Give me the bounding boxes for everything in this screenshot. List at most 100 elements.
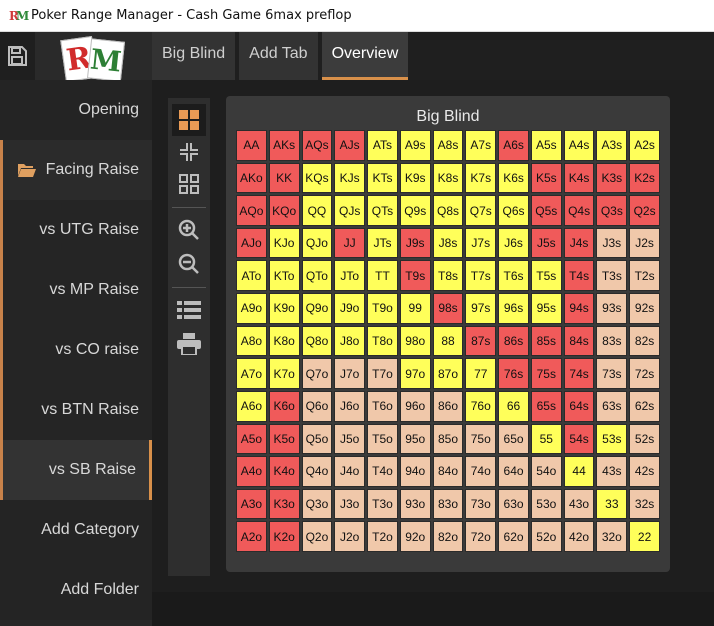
hand-cell-53o[interactable]: 53o [530,488,562,520]
hand-cell-95o[interactable]: 95o [399,423,431,455]
hand-cell-42s[interactable]: 42s [629,456,660,487]
hand-cell-T6o[interactable]: T6o [367,390,398,422]
hand-cell-AKo[interactable]: AKo [236,162,267,194]
hand-cell-98o[interactable]: 98o [399,325,431,357]
hand-cell-52s[interactable]: 52s [629,423,660,455]
hand-cell-73o[interactable]: 73o [465,488,497,520]
hand-cell-96o[interactable]: 96o [399,390,431,422]
hand-cell-84s[interactable]: 84s [563,325,595,357]
hand-cell-54o[interactable]: 54o [530,456,562,487]
hand-cell-84o[interactable]: 84o [432,456,464,487]
hand-cell-KTs[interactable]: KTs [367,162,398,194]
hand-cell-K2s[interactable]: K2s [629,162,660,194]
hand-cell-43s[interactable]: 43s [596,456,628,487]
grid-large-icon[interactable] [172,104,206,136]
hand-cell-TT[interactable]: TT [367,260,398,292]
hand-cell-A4o[interactable]: A4o [236,456,267,487]
hand-cell-73s[interactable]: 73s [596,358,628,389]
hand-cell-Q2o[interactable]: Q2o [301,521,333,552]
hand-cell-66[interactable]: 66 [498,390,529,422]
grid-collapse-icon[interactable] [172,136,206,168]
hand-cell-J5o[interactable]: J5o [334,423,366,455]
hand-cell-32s[interactable]: 32s [629,488,660,520]
hand-cell-KK[interactable]: KK [268,162,300,194]
hand-cell-J4o[interactable]: J4o [334,456,366,487]
hand-cell-KQs[interactable]: KQs [301,162,333,194]
hand-cell-J4s[interactable]: J4s [563,227,595,259]
hand-cell-62s[interactable]: 62s [629,390,660,422]
hand-cell-97o[interactable]: 97o [399,358,431,389]
hand-cell-A7s[interactable]: A7s [465,130,497,161]
hand-cell-87o[interactable]: 87o [432,358,464,389]
hand-cell-65s[interactable]: 65s [530,390,562,422]
hand-cell-J3o[interactable]: J3o [334,488,366,520]
sidebar-item-vs-co-raise[interactable]: vs CO raise [0,320,152,380]
hand-cell-ATs[interactable]: ATs [367,130,398,161]
hand-cell-K8s[interactable]: K8s [432,162,464,194]
hand-cell-92o[interactable]: 92o [399,521,431,552]
hand-cell-A6o[interactable]: A6o [236,390,267,422]
hand-cell-Q5s[interactable]: Q5s [530,195,562,226]
hand-cell-A8o[interactable]: A8o [236,325,267,357]
hand-cell-Q7o[interactable]: Q7o [301,358,333,389]
hand-cell-J5s[interactable]: J5s [530,227,562,259]
hand-cell-K6s[interactable]: K6s [498,162,529,194]
hand-cell-Q8o[interactable]: Q8o [301,325,333,357]
sidebar-item-facing-raise[interactable]: Facing Raise [0,140,152,200]
hand-cell-T3o[interactable]: T3o [367,488,398,520]
hand-cell-Q8s[interactable]: Q8s [432,195,464,226]
hand-cell-T7s[interactable]: T7s [465,260,497,292]
hand-cell-52o[interactable]: 52o [530,521,562,552]
hand-cell-Q9s[interactable]: Q9s [399,195,431,226]
list-icon[interactable] [172,294,206,326]
hand-cell-76s[interactable]: 76s [498,358,529,389]
hand-cell-JTo[interactable]: JTo [334,260,366,292]
hand-cell-Q7s[interactable]: Q7s [465,195,497,226]
hand-cell-QJo[interactable]: QJo [301,227,333,259]
hand-cell-Q3o[interactable]: Q3o [301,488,333,520]
sidebar-item-add-category[interactable]: Add Category [0,500,152,560]
grid-small-icon[interactable] [172,168,206,200]
hand-cell-K2o[interactable]: K2o [268,521,300,552]
hand-cell-K5o[interactable]: K5o [268,423,300,455]
hand-cell-72s[interactable]: 72s [629,358,660,389]
hand-cell-J3s[interactable]: J3s [596,227,628,259]
hand-cell-82s[interactable]: 82s [629,325,660,357]
hand-cell-77[interactable]: 77 [465,358,497,389]
hand-cell-K8o[interactable]: K8o [268,325,300,357]
hand-cell-87s[interactable]: 87s [465,325,497,357]
hand-cell-J7o[interactable]: J7o [334,358,366,389]
hand-cell-KQo[interactable]: KQo [268,195,300,226]
hand-cell-75o[interactable]: 75o [465,423,497,455]
hand-cell-A9s[interactable]: A9s [399,130,431,161]
hand-cell-K6o[interactable]: K6o [268,390,300,422]
print-icon[interactable] [172,328,206,360]
sidebar-item-vs-mp-raise[interactable]: vs MP Raise [0,260,152,320]
hand-cell-98s[interactable]: 98s [432,293,464,324]
hand-cell-T8s[interactable]: T8s [432,260,464,292]
hand-cell-J2s[interactable]: J2s [629,227,660,259]
hand-cell-74s[interactable]: 74s [563,358,595,389]
zoom-out-icon[interactable] [172,248,206,280]
hand-cell-AQs[interactable]: AQs [301,130,333,161]
hand-cell-T4o[interactable]: T4o [367,456,398,487]
hand-cell-82o[interactable]: 82o [432,521,464,552]
hand-cell-K3s[interactable]: K3s [596,162,628,194]
hand-cell-A3s[interactable]: A3s [596,130,628,161]
hand-cell-J6o[interactable]: J6o [334,390,366,422]
hand-cell-T2s[interactable]: T2s [629,260,660,292]
hand-cell-A8s[interactable]: A8s [432,130,464,161]
hand-cell-T6s[interactable]: T6s [498,260,529,292]
hand-cell-QTs[interactable]: QTs [367,195,398,226]
hand-cell-93s[interactable]: 93s [596,293,628,324]
hand-cell-33[interactable]: 33 [596,488,628,520]
hand-cell-76o[interactable]: 76o [465,390,497,422]
hand-cell-AJs[interactable]: AJs [334,130,366,161]
hand-cell-JJ[interactable]: JJ [334,227,366,259]
hand-cell-K9s[interactable]: K9s [399,162,431,194]
hand-cell-22[interactable]: 22 [629,521,660,552]
tab-add-tab[interactable]: Add Tab [239,32,318,80]
hand-cell-QJs[interactable]: QJs [334,195,366,226]
hand-cell-63o[interactable]: 63o [498,488,529,520]
hand-cell-92s[interactable]: 92s [629,293,660,324]
